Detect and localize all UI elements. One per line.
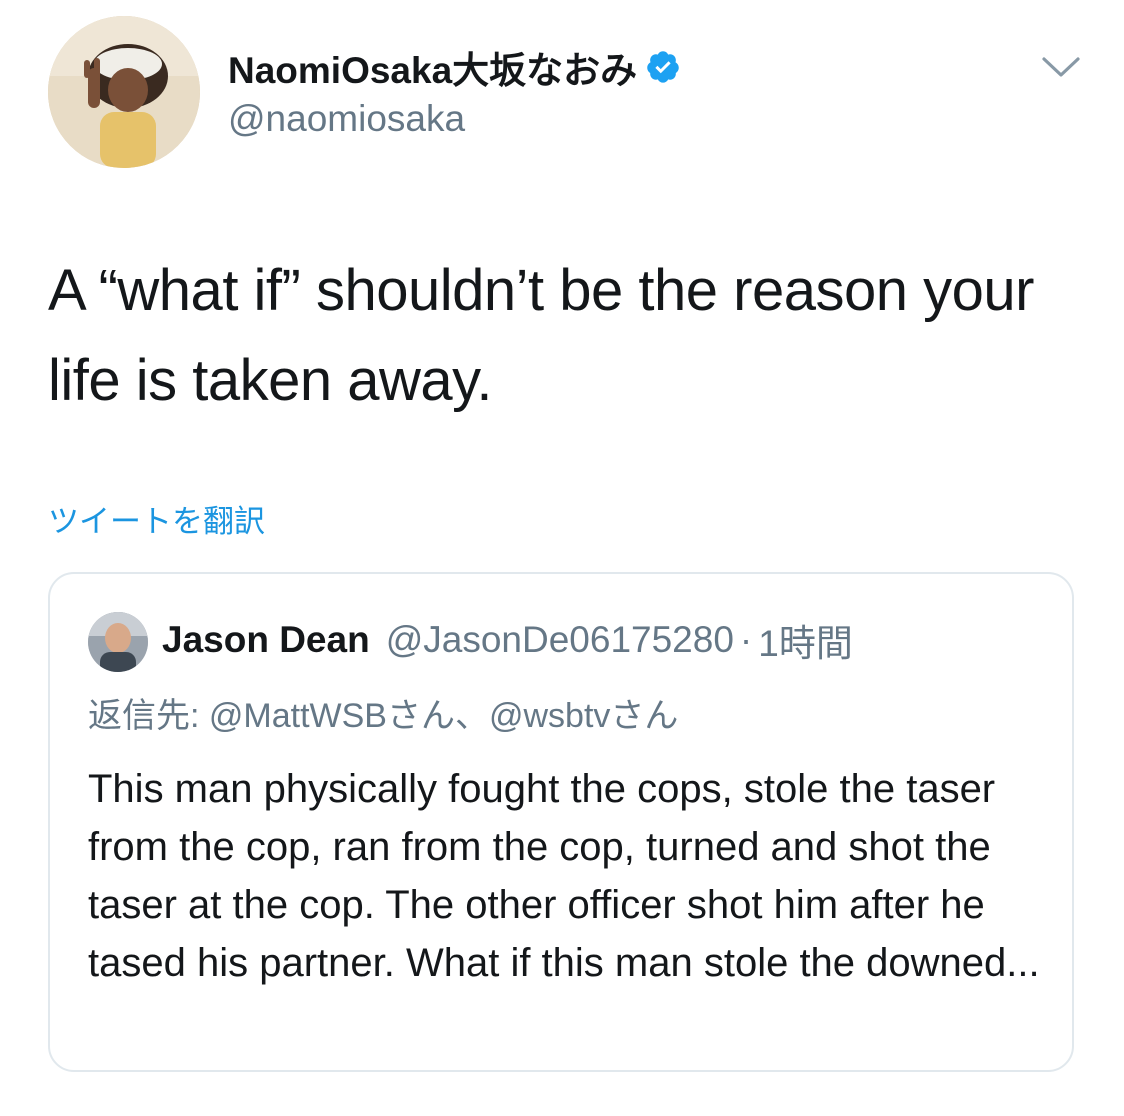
- author-avatar[interactable]: [48, 16, 200, 168]
- translate-tweet-link[interactable]: ツイートを翻訳: [48, 496, 265, 541]
- tweet-text: A “what if” shouldn’t be the reason your…: [48, 258, 1034, 413]
- header-separator: ·: [739, 619, 753, 660]
- quoted-author-avatar[interactable]: [88, 612, 148, 672]
- author-display-name[interactable]: NaomiOsaka大坂なおみ: [228, 40, 637, 94]
- quoted-author-name[interactable]: Jason Dean: [162, 619, 370, 661]
- author-display-name-row[interactable]: NaomiOsaka大坂なおみ: [228, 44, 681, 91]
- quoted-author-handle[interactable]: @JasonDe06175280: [386, 619, 734, 661]
- quoted-tweet-header: Jason Dean @JasonDe06175280 · 1時間: [162, 614, 853, 666]
- quoted-reply-to: 返信先: @MattWSBさん、@wsbtvさん: [88, 697, 679, 735]
- chevron-down-icon[interactable]: [1040, 52, 1082, 82]
- avatar-image: [48, 16, 200, 168]
- quoted-tweet-time[interactable]: 1時間: [758, 613, 853, 667]
- verified-badge-icon: [647, 51, 679, 83]
- author-handle[interactable]: @naomiosaka: [228, 98, 465, 140]
- quoted-tweet-text: This man physically fought the cops, sto…: [88, 767, 1040, 985]
- quoted-avatar-image: [88, 612, 148, 672]
